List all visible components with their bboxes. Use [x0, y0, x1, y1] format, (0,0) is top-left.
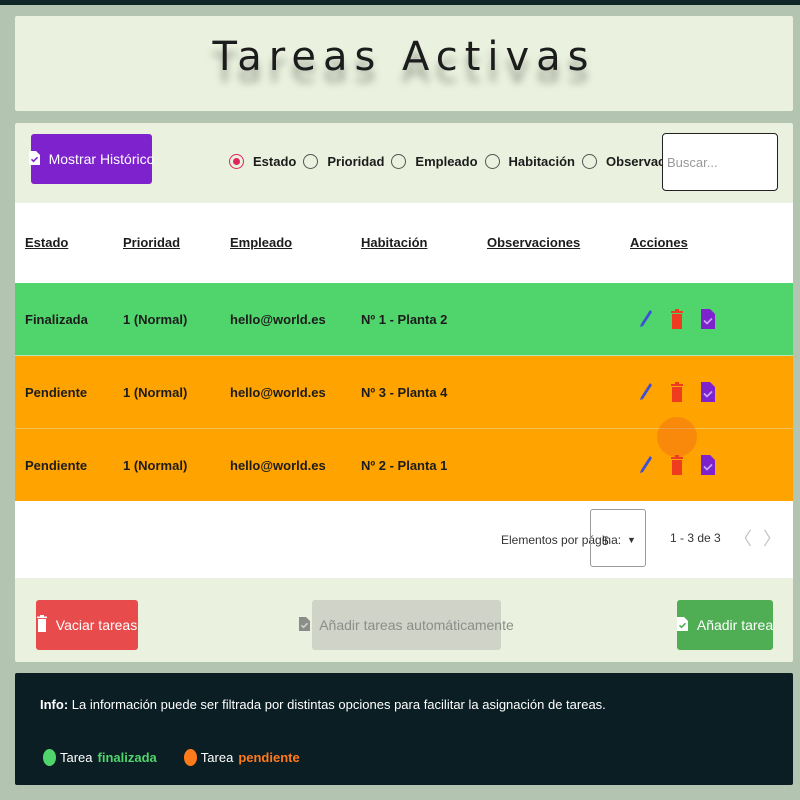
filter-prioridad-label: Prioridad	[327, 153, 385, 169]
document-check-icon	[299, 616, 311, 634]
cell-prioridad: 1 (Normal)	[123, 458, 188, 473]
filter-prioridad[interactable]: Prioridad	[303, 153, 385, 169]
tasks-card: Mostrar Histórico Estado Prioridad Emple…	[15, 123, 793, 662]
cell-empleado: hello@world.es	[230, 385, 326, 400]
table-row: Pendiente 1 (Normal) hello@world.es Nº 2…	[15, 417, 793, 501]
legend-pendiente: pendiente	[238, 750, 300, 765]
column-header-observaciones[interactable]: Observaciones	[487, 235, 580, 250]
search-input[interactable]	[662, 133, 778, 191]
edit-icon[interactable]	[636, 451, 656, 479]
title-card: Tareas Activas	[15, 16, 793, 111]
info-prefix: Info:	[40, 697, 69, 712]
auto-add-tasks-button[interactable]: Añadir tareas automáticamente	[299, 600, 514, 650]
delete-icon[interactable]	[667, 305, 687, 333]
filter-estado-label: Estado	[253, 153, 297, 169]
page-size-value: 5	[602, 534, 609, 548]
column-header-acciones: Acciones	[630, 235, 688, 250]
radio-estado[interactable]	[229, 153, 244, 169]
complete-icon[interactable]	[698, 451, 718, 479]
page-title: Tareas Activas	[212, 33, 596, 80]
cell-habitacion: Nº 3 - Planta 4	[361, 385, 448, 400]
filter-empleado-label: Empleado	[415, 153, 478, 169]
legend-finalizada: finalizada	[97, 750, 157, 765]
filter-estado[interactable]: Estado	[229, 153, 297, 169]
add-task-button[interactable]: Añadir tarea	[676, 600, 774, 650]
green-dot-icon	[43, 749, 56, 766]
auto-add-tasks-label: Añadir tareas automáticamente	[319, 617, 514, 633]
next-page-button[interactable]: 〉	[763, 525, 781, 551]
legend-tarea-label: Tarea	[200, 750, 234, 765]
cell-prioridad: 1 (Normal)	[123, 385, 188, 400]
radio-prioridad[interactable]	[303, 153, 319, 169]
cell-estado: Pendiente	[25, 458, 88, 473]
add-task-label: Añadir tarea	[696, 617, 774, 633]
delete-icon[interactable]	[667, 378, 687, 406]
table-row: Finalizada 1 (Normal) hello@world.es Nº …	[15, 283, 793, 355]
show-history-label: Mostrar Histórico	[48, 151, 155, 167]
table-header: Estado Prioridad Empleado Habitación Obs…	[15, 203, 793, 283]
status-legend: Tarea finalizada Tarea pendiente	[43, 749, 300, 766]
column-header-empleado[interactable]: Empleado	[230, 235, 292, 250]
radio-habitacion[interactable]	[484, 153, 500, 169]
filter-radio-group: Estado Prioridad Empleado Habitación Obs…	[229, 148, 706, 174]
edit-icon[interactable]	[636, 305, 656, 333]
legend-tarea-label: Tarea	[60, 750, 93, 765]
paginator: Elementos por página: 5 ▼ 1 - 3 de 3 〈 〉	[15, 499, 793, 579]
cell-empleado: hello@world.es	[230, 312, 326, 327]
trash-icon	[36, 615, 47, 635]
tasks-table: Estado Prioridad Empleado Habitación Obs…	[15, 203, 793, 578]
caret-down-icon: ▼	[627, 535, 636, 545]
filter-habitacion-label: Habitación	[508, 153, 576, 169]
cell-prioridad: 1 (Normal)	[123, 312, 188, 327]
document-check-icon	[28, 150, 40, 168]
delete-icon[interactable]	[667, 451, 687, 479]
top-bar	[0, 0, 800, 5]
page-size-select[interactable]: 5 ▼	[590, 509, 646, 567]
column-header-prioridad[interactable]: Prioridad	[123, 235, 180, 250]
filter-empleado[interactable]: Empleado	[391, 153, 478, 169]
cell-estado: Pendiente	[25, 385, 88, 400]
show-history-button[interactable]: Mostrar Histórico	[28, 134, 155, 184]
radio-observaciones[interactable]	[582, 153, 598, 169]
cell-estado: Finalizada	[25, 312, 88, 327]
prev-page-button[interactable]: 〈	[734, 525, 752, 551]
complete-icon[interactable]	[698, 305, 718, 333]
radio-empleado[interactable]	[391, 153, 407, 169]
filter-habitacion[interactable]: Habitación	[484, 153, 576, 169]
edit-icon[interactable]	[636, 378, 656, 406]
clear-tasks-label: Vaciar tareas	[55, 617, 138, 633]
complete-icon[interactable]	[698, 378, 718, 406]
page-range: 1 - 3 de 3	[670, 531, 721, 545]
cell-habitacion: Nº 2 - Planta 1	[361, 458, 448, 473]
info-description: La información puede ser filtrada por di…	[68, 697, 606, 712]
column-header-estado[interactable]: Estado	[25, 235, 68, 250]
info-panel: Info: La información puede ser filtrada …	[15, 673, 793, 785]
info-text: Info: La información puede ser filtrada …	[40, 697, 606, 712]
orange-dot-icon	[183, 749, 197, 766]
clear-tasks-button[interactable]: Vaciar tareas	[36, 600, 138, 650]
cell-empleado: hello@world.es	[230, 458, 326, 473]
document-check-icon	[676, 616, 688, 634]
cell-habitacion: Nº 1 - Planta 2	[361, 312, 448, 327]
column-header-habitacion[interactable]: Habitación	[361, 235, 427, 250]
